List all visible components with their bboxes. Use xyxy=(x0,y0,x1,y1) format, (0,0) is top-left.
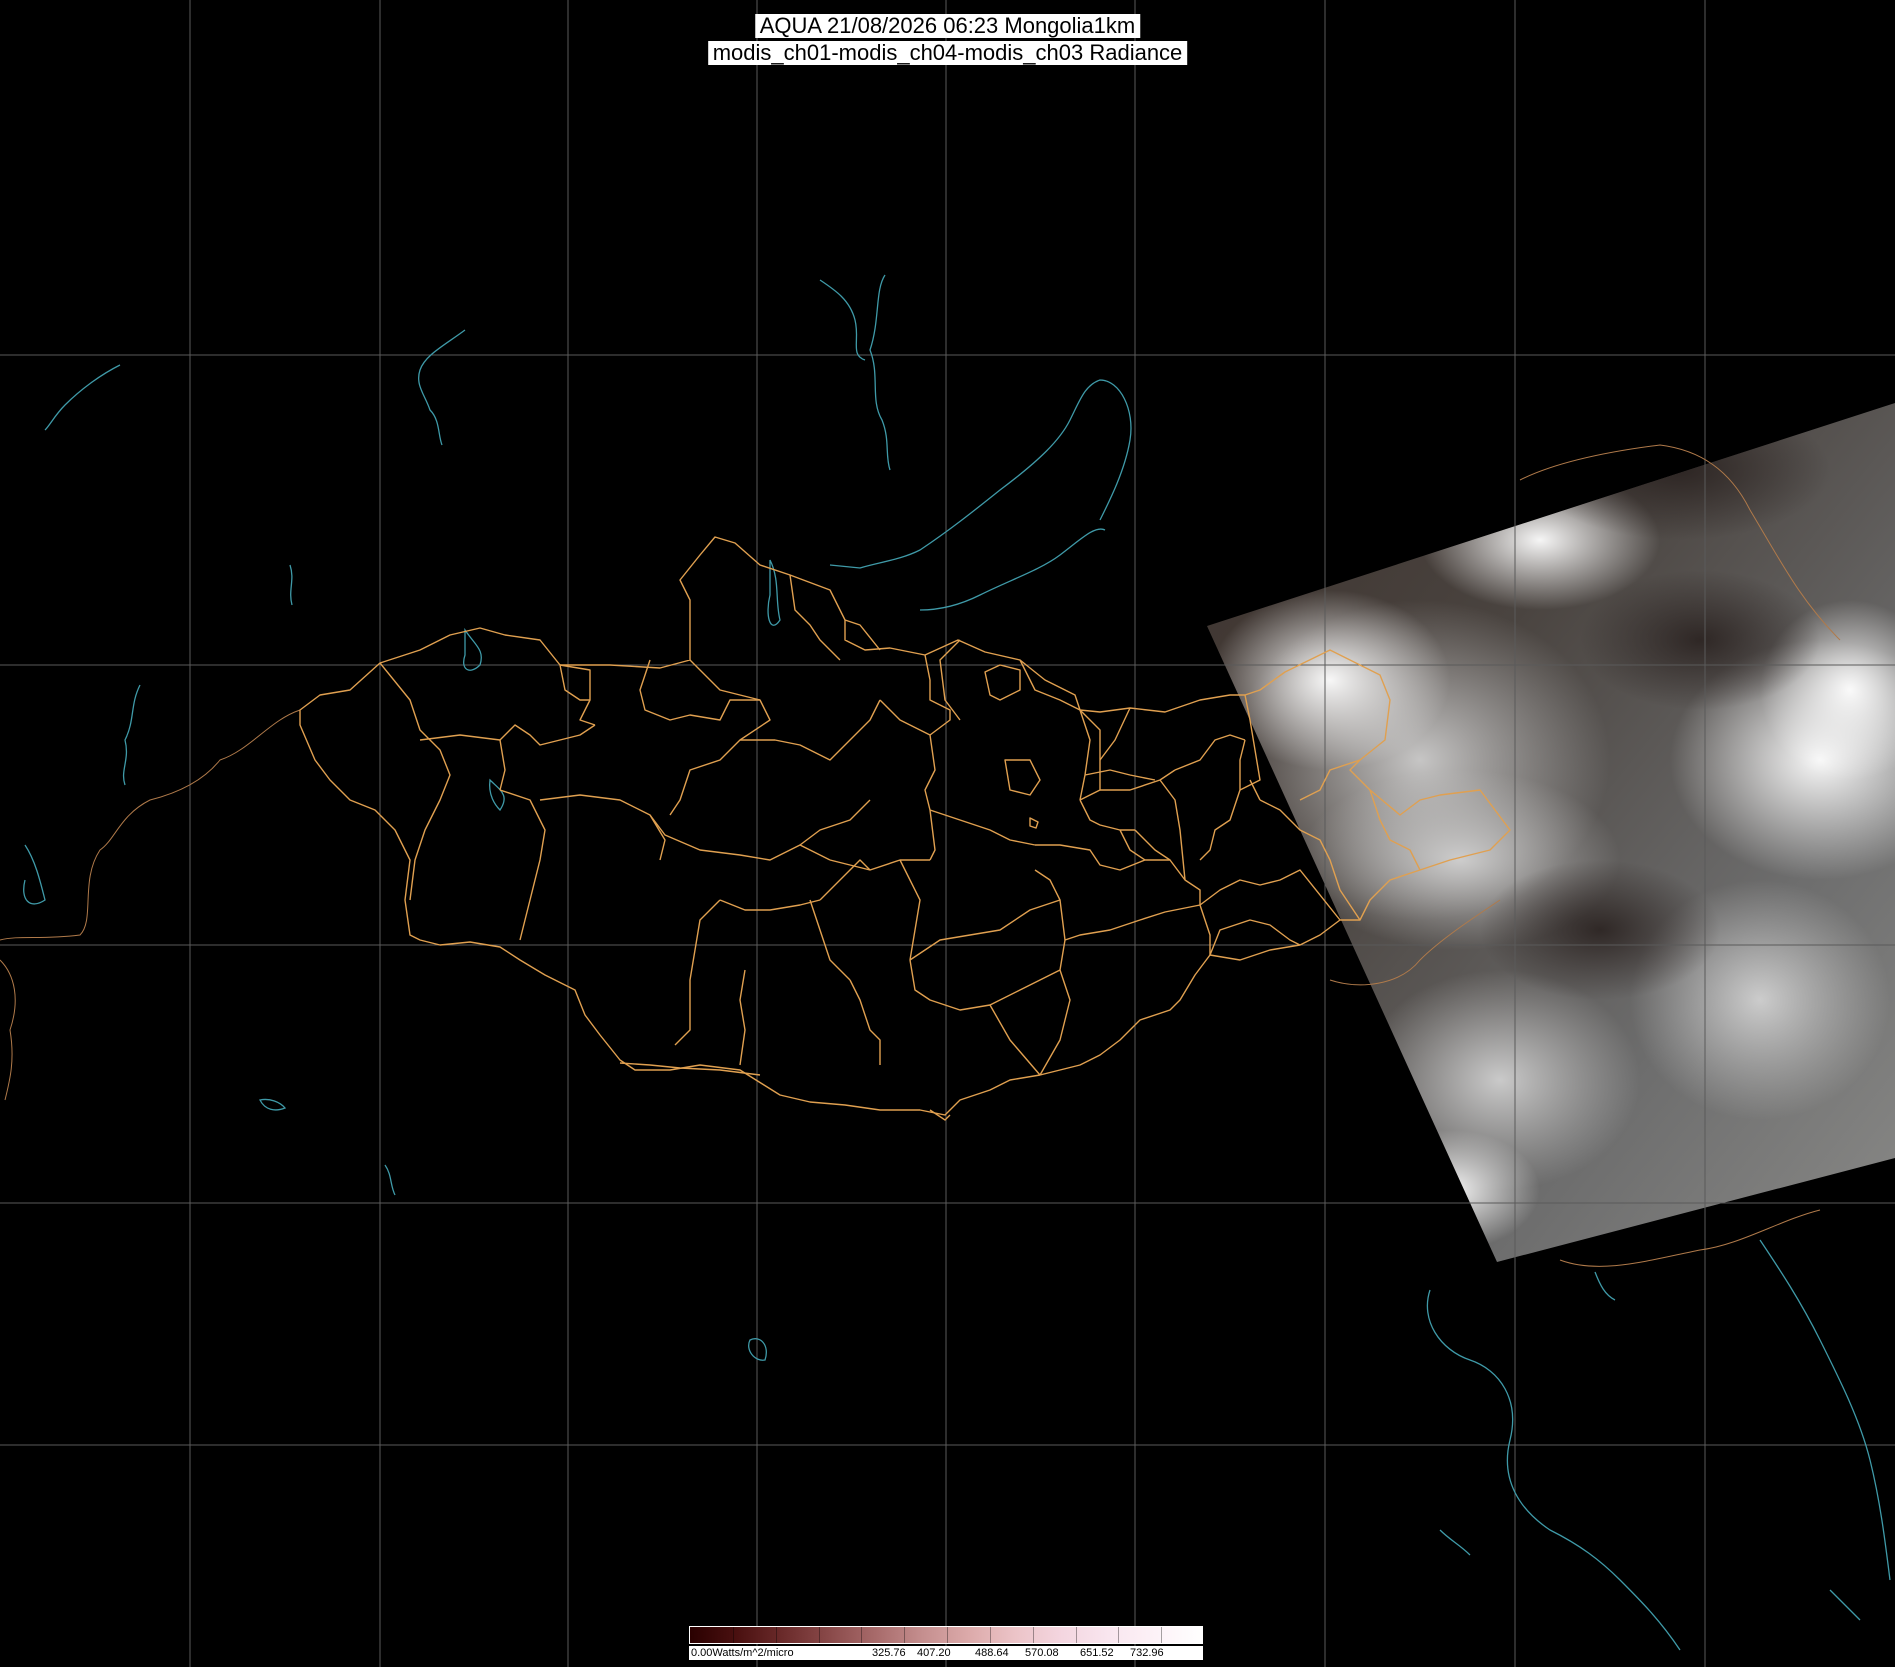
legend-segment-divider xyxy=(1118,1627,1120,1643)
color-legend: 0.00Watts/m^2/micro 325.76 407.20 488.64… xyxy=(689,1626,1203,1660)
legend-tick: 570.08 xyxy=(1025,1647,1059,1659)
legend-segment-divider xyxy=(732,1627,734,1643)
legend-segment-divider xyxy=(818,1627,820,1643)
satellite-swath-image xyxy=(1207,403,1895,1262)
legend-segment-divider xyxy=(947,1627,948,1643)
legend-segment-divider xyxy=(1075,1627,1077,1643)
legend-segment-divider xyxy=(775,1627,777,1643)
legend-tick: 325.76 xyxy=(872,1647,906,1659)
legend-segment-divider xyxy=(904,1627,906,1643)
satellite-map xyxy=(0,0,1895,1667)
legend-tick: 488.64 xyxy=(975,1647,1009,1659)
legend-segment-divider xyxy=(989,1627,991,1643)
southern-border xyxy=(619,1062,951,1121)
legend-labels: 0.00Watts/m^2/micro 325.76 407.20 488.64… xyxy=(689,1646,1203,1660)
legend-segment-divider xyxy=(1032,1627,1034,1643)
map-subtitle: modis_ch01-modis_ch04-modis_ch03 Radianc… xyxy=(707,41,1188,65)
legend-tick: 651.52 xyxy=(1080,1647,1114,1659)
legend-color-bar xyxy=(689,1626,1203,1644)
legend-segment-divider xyxy=(1161,1627,1163,1643)
legend-tick: 407.20 xyxy=(917,1647,951,1659)
legend-tick: 732.96 xyxy=(1130,1647,1164,1659)
legend-segment-divider xyxy=(861,1627,863,1643)
map-title: AQUA 21/08/2026 06:23 Mongolia1km xyxy=(754,14,1141,38)
legend-unit-label: 0.00Watts/m^2/micro xyxy=(691,1647,794,1659)
